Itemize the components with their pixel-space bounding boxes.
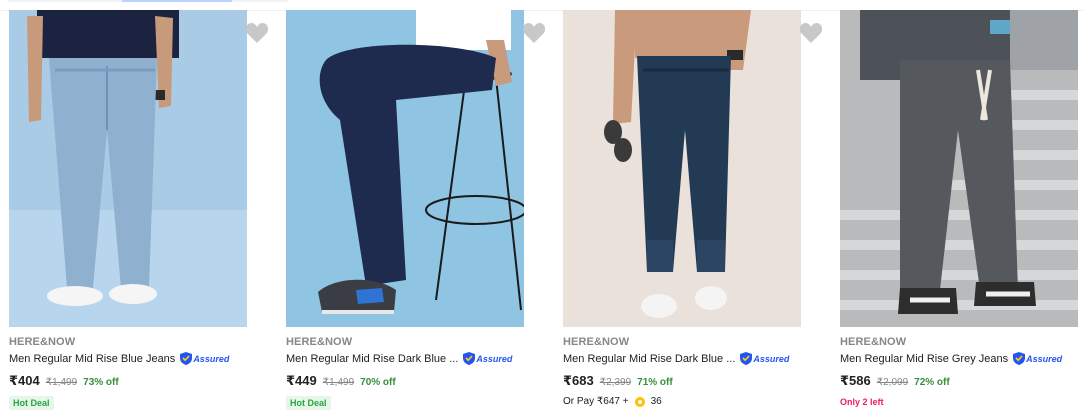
product-card[interactable]: HERE&NOW Men Regular Mid Rise Dark Blue … bbox=[286, 10, 548, 410]
product-card[interactable]: HERE&NOW Men Regular Mid Rise Blue Jeans… bbox=[9, 10, 271, 410]
heart-icon[interactable] bbox=[245, 22, 269, 44]
original-price: ₹2,399 bbox=[599, 377, 632, 388]
product-brand: HERE&NOW bbox=[286, 336, 353, 348]
discount-percent: 70% off bbox=[360, 377, 396, 388]
assured-label: Assured bbox=[1026, 353, 1063, 364]
product-image[interactable] bbox=[563, 10, 801, 327]
product-card[interactable]: HERE&NOW Men Regular Mid Rise Dark Blue … bbox=[563, 10, 825, 407]
original-price: ₹1,499 bbox=[45, 377, 78, 388]
heart-icon[interactable] bbox=[799, 22, 823, 44]
hot-deal-badge: Hot Deal bbox=[286, 396, 331, 410]
product-image[interactable] bbox=[286, 10, 524, 327]
product-title[interactable]: Men Regular Mid Rise Dark Blue ... bbox=[286, 353, 458, 365]
assured-badge: Assured bbox=[463, 352, 512, 365]
or-pay-text: Or Pay ₹647 + bbox=[563, 396, 629, 407]
hot-deal-badge: Hot Deal bbox=[9, 396, 54, 410]
selling-price: ₹683 bbox=[563, 373, 594, 388]
assured-label: Assured bbox=[476, 353, 513, 364]
price-row: ₹683 ₹2,399 71% off bbox=[563, 373, 673, 389]
original-price: ₹2,099 bbox=[876, 377, 909, 388]
assured-label: Assured bbox=[193, 353, 230, 364]
assured-label: Assured bbox=[753, 353, 790, 364]
original-price: ₹1,499 bbox=[322, 377, 355, 388]
shield-icon bbox=[740, 352, 753, 365]
assured-badge: Assured bbox=[180, 352, 229, 365]
product-title-row[interactable]: Men Regular Mid Rise Dark Blue ... Assur… bbox=[286, 352, 512, 365]
shield-icon bbox=[1013, 352, 1026, 365]
discount-percent: 72% off bbox=[914, 377, 950, 388]
heart-icon[interactable] bbox=[522, 22, 546, 44]
product-title-row[interactable]: Men Regular Mid Rise Dark Blue ... Assur… bbox=[563, 352, 789, 365]
assured-badge: Assured bbox=[1013, 352, 1062, 365]
product-image[interactable] bbox=[840, 10, 1078, 327]
selling-price: ₹404 bbox=[9, 373, 40, 388]
supercoin-offer: Or Pay ₹647 + 36 bbox=[563, 396, 662, 407]
assured-badge: Assured bbox=[740, 352, 789, 365]
previous-row-link bbox=[122, 0, 232, 2]
product-title-row[interactable]: Men Regular Mid Rise Blue Jeans Assured bbox=[9, 352, 229, 365]
selling-price: ₹586 bbox=[840, 373, 871, 388]
price-row: ₹586 ₹2,099 72% off bbox=[840, 373, 950, 389]
product-title[interactable]: Men Regular Mid Rise Grey Jeans bbox=[840, 353, 1008, 365]
discount-percent: 71% off bbox=[637, 377, 673, 388]
product-brand: HERE&NOW bbox=[9, 336, 76, 348]
product-brand: HERE&NOW bbox=[563, 336, 630, 348]
selling-price: ₹449 bbox=[286, 373, 317, 388]
price-row: ₹449 ₹1,499 70% off bbox=[286, 373, 396, 389]
product-brand: HERE&NOW bbox=[840, 336, 907, 348]
price-row: ₹404 ₹1,499 73% off bbox=[9, 373, 119, 389]
discount-percent: 73% off bbox=[83, 377, 119, 388]
product-title[interactable]: Men Regular Mid Rise Dark Blue ... bbox=[563, 353, 735, 365]
shield-icon bbox=[180, 352, 193, 365]
shield-icon bbox=[463, 352, 476, 365]
product-card[interactable]: HERE&NOW Men Regular Mid Rise Grey Jeans… bbox=[840, 10, 1083, 407]
supercoin-icon bbox=[634, 396, 645, 407]
low-stock-label: Only 2 left bbox=[840, 397, 884, 407]
coin-count: 36 bbox=[650, 396, 662, 407]
product-image[interactable] bbox=[9, 10, 247, 327]
product-title[interactable]: Men Regular Mid Rise Blue Jeans bbox=[9, 353, 175, 365]
product-title-row[interactable]: Men Regular Mid Rise Grey Jeans Assured bbox=[840, 352, 1062, 365]
